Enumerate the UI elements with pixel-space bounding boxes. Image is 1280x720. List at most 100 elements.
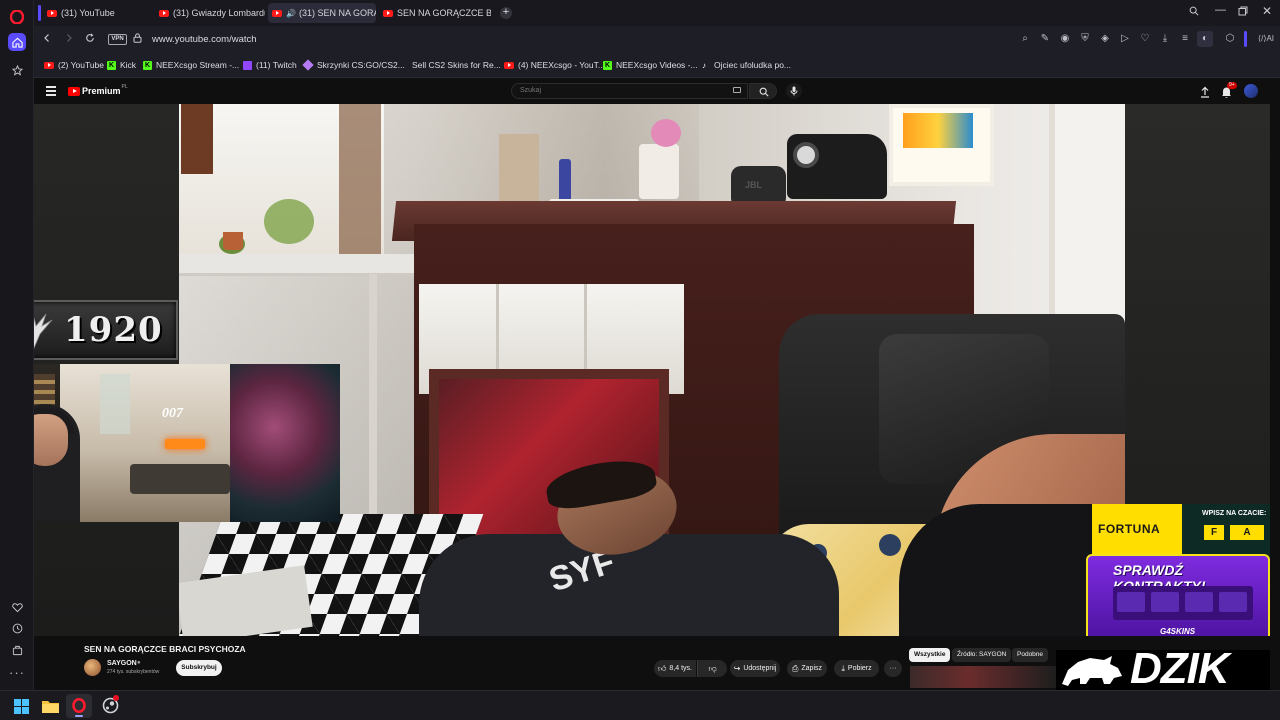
- bookmark-label: (4) NEEXcsgo - YouT...: [518, 60, 605, 70]
- bookmark-youtube[interactable]: (2) YouTube: [44, 60, 104, 70]
- tab-sen-na-goraczce-active[interactable]: 🔊 (31) SEN NA GORĄCZ: [268, 3, 376, 23]
- file-explorer-icon[interactable]: [42, 699, 59, 718]
- logo-text: Premium: [82, 86, 121, 96]
- shield-icon[interactable]: ⛨: [1079, 33, 1091, 45]
- history-icon[interactable]: [8, 619, 26, 637]
- bookmark-label: Sell CS2 Skins for Re...: [412, 60, 501, 70]
- twitch-icon: [243, 60, 252, 70]
- heart-icon[interactable]: ♡: [1139, 33, 1151, 45]
- bookmark-label: NEEXcsgo Videos -...: [616, 60, 698, 70]
- cube-icon[interactable]: ⬡: [1224, 33, 1236, 45]
- lock-icon[interactable]: [133, 33, 142, 46]
- youtube-premium-logo[interactable]: Premium PL: [68, 84, 128, 96]
- projector-lens: [793, 142, 819, 168]
- more-icon: ···: [889, 665, 897, 672]
- dislike-button[interactable]: 👎︎: [697, 660, 727, 677]
- steam-app-icon[interactable]: [102, 695, 119, 719]
- search-tabs-icon[interactable]: [1189, 6, 1199, 19]
- reload-icon[interactable]: [85, 33, 95, 46]
- chip-source[interactable]: Źródło: SAYGON: [952, 648, 1012, 662]
- more-icon[interactable]: ···: [8, 663, 26, 681]
- share-label: Udostępnij: [743, 665, 777, 672]
- player-icon[interactable]: ▷: [1119, 33, 1131, 45]
- fortuna-brand: FORTUNA: [1098, 522, 1161, 536]
- bookmark-sell-cs2[interactable]: Sell CS2 Skins for Re...: [403, 60, 501, 70]
- logo-1920-text: 1920: [64, 310, 163, 350]
- download-button[interactable]: ⤓ Pobierz: [834, 660, 879, 677]
- bookmark-neexcsgo-videos[interactable]: K NEEXcsgo Videos -...: [603, 60, 698, 70]
- g4skins-logo: G4SKINS: [1160, 627, 1196, 636]
- bookmark-neexcsgo-stream[interactable]: K NEEXcsgo Stream -...: [143, 60, 239, 70]
- flower-pot: [223, 232, 243, 250]
- url-field[interactable]: www.youtube.com/watch: [152, 34, 257, 45]
- create-upload-icon[interactable]: [1200, 85, 1210, 103]
- save-button[interactable]: ⎙ Zapisz: [787, 660, 827, 677]
- opera-logo-icon[interactable]: [8, 8, 26, 26]
- new-tab-button[interactable]: +: [500, 7, 512, 19]
- diamond-icon: [302, 59, 314, 71]
- tiktok-icon: ♪: [702, 60, 706, 70]
- adblock-icon[interactable]: ◈: [1099, 33, 1111, 45]
- hamburger-menu-icon[interactable]: [46, 86, 56, 96]
- plant: [264, 199, 314, 244]
- notification-dot: [113, 695, 119, 701]
- edit-icon[interactable]: ✎: [1039, 33, 1051, 45]
- ai-icon[interactable]: ⟨/⟩AI: [1255, 33, 1277, 45]
- avatar[interactable]: [1244, 84, 1258, 98]
- extensions-icon[interactable]: [8, 641, 26, 659]
- bookmark-ojciec-ufoludka[interactable]: ♪ Ojciec ufoludka po...: [702, 60, 791, 70]
- youtube-header: Premium PL Szukaj 9+: [34, 79, 1272, 104]
- menu-icon[interactable]: ≡: [1179, 33, 1191, 45]
- chip-all[interactable]: Wszystkie: [909, 648, 951, 662]
- speaker-icon[interactable]: 🔊: [286, 9, 296, 18]
- opera-taskbar-button[interactable]: [66, 694, 92, 718]
- download-icon[interactable]: ⤓: [1159, 33, 1171, 45]
- search-button[interactable]: [749, 83, 777, 99]
- youtube-icon: [159, 9, 169, 17]
- recommended-thumbnail[interactable]: [910, 666, 1056, 688]
- floor-object: [179, 565, 313, 636]
- forward-icon[interactable]: [64, 33, 74, 46]
- bookmark-twitch[interactable]: (11) Twitch: [243, 60, 297, 70]
- tab-youtube[interactable]: (31) YouTube: [43, 3, 153, 23]
- notifications-icon[interactable]: 9+: [1221, 82, 1237, 103]
- heart-icon[interactable]: [8, 598, 26, 616]
- chip-related[interactable]: Podobne: [1012, 648, 1049, 662]
- vpn-badge[interactable]: VPN: [108, 34, 127, 45]
- close-button[interactable]: ✕: [1262, 4, 1272, 18]
- youtube-icon: [383, 9, 393, 17]
- bookmark-neexcsgo-youtube[interactable]: (4) NEEXcsgo - YouT...: [504, 60, 605, 70]
- fortuna-promo: FORTUNA WPISZ NA CZACIE: F A SPRAWDŹ KON…: [1086, 504, 1270, 636]
- profile-icon[interactable]: ◐: [1197, 31, 1213, 47]
- channel-avatar[interactable]: [84, 659, 101, 676]
- search-input[interactable]: Szukaj: [511, 83, 748, 99]
- video-player[interactable]: JBL SYF 1920 007 FORTUNA WPISZ NA CZACIE…: [34, 104, 1270, 636]
- bookmark-skrzynki[interactable]: Skrzynki CS:GO/CS2...: [302, 59, 405, 71]
- maximize-button[interactable]: [1238, 6, 1248, 19]
- skin-card: [1185, 592, 1213, 612]
- search-placeholder: Szukaj: [520, 87, 542, 94]
- minimize-button[interactable]: —: [1215, 4, 1226, 16]
- channel-name[interactable]: SAYGON: [107, 660, 137, 667]
- home-icon[interactable]: [8, 33, 26, 51]
- back-icon[interactable]: [42, 33, 52, 46]
- painting-colors: [903, 113, 973, 148]
- bookmark-kick[interactable]: K Kick: [107, 60, 136, 70]
- skin-card: [1117, 592, 1145, 612]
- jbl-logo: JBL: [745, 180, 763, 190]
- microphone-button[interactable]: [786, 83, 802, 99]
- promo-line: WPISZ NA CZACIE:: [1202, 510, 1267, 517]
- subscribe-button[interactable]: Subskrybuj: [176, 660, 222, 676]
- search-icon[interactable]: ⌕: [1019, 33, 1031, 45]
- tab-sen-na-goraczce[interactable]: SEN NA GORĄCZCE BRAC: [379, 3, 491, 23]
- logo-1920-overlay: 1920: [34, 300, 178, 360]
- star-icon[interactable]: [8, 61, 26, 79]
- camera-icon[interactable]: ◉: [1059, 33, 1071, 45]
- tab-title: (31) YouTube: [61, 8, 115, 18]
- windows-start-icon[interactable]: [14, 699, 29, 719]
- share-button[interactable]: ↪ Udostępnij: [730, 660, 780, 677]
- keyboard-icon[interactable]: [733, 87, 741, 93]
- like-button[interactable]: 👍︎ 8,4 tys.: [654, 660, 696, 677]
- more-actions-button[interactable]: ···: [884, 660, 902, 677]
- tab-gwiazdy-lombardu[interactable]: (31) Gwiazdy Lombardu: G: [155, 3, 265, 23]
